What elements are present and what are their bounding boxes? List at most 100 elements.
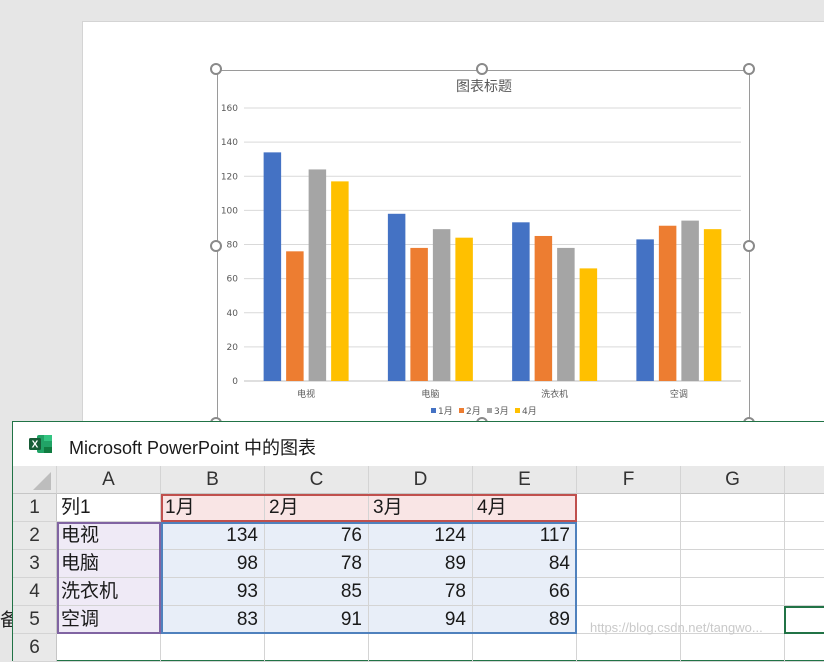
bar [331, 181, 349, 381]
x-tick-label: 电视 [297, 388, 315, 400]
x-tick-label: 电脑 [421, 388, 439, 400]
y-tick-label: 20 [227, 343, 239, 353]
grid-cell[interactable] [577, 550, 681, 578]
x-tick-label: 洗衣机 [541, 388, 568, 400]
category-cell[interactable]: 电视 [57, 522, 161, 550]
value-cell[interactable]: 117 [473, 522, 577, 550]
chart-title: 图表标题 [456, 79, 512, 95]
value-cell[interactable]: 94 [369, 606, 473, 634]
resize-handle[interactable] [476, 63, 488, 75]
bar [308, 169, 327, 381]
column-header-g[interactable]: G [681, 466, 785, 494]
chart-svg: 图表标题 0 20 40 60 80 100 120 140 160 电视 电脑 洗衣机 空调 1月 2月 3月… [221, 79, 741, 417]
column-header-c[interactable]: C [265, 466, 369, 494]
legend-swatch [515, 408, 520, 413]
value-cell[interactable]: 78 [369, 578, 473, 606]
column-header-d[interactable]: D [369, 466, 473, 494]
grid-cell[interactable] [785, 550, 824, 578]
column-header-extra[interactable] [785, 466, 824, 494]
bar [579, 268, 598, 381]
row-header[interactable]: 5 [13, 606, 57, 634]
select-all-triangle-icon [33, 472, 51, 490]
grid-cell[interactable] [369, 634, 473, 662]
value-cell[interactable]: 84 [473, 550, 577, 578]
bar [557, 247, 575, 381]
value-cell[interactable]: 76 [265, 522, 369, 550]
header-cell[interactable]: 3月 [369, 494, 473, 522]
resize-handle[interactable] [743, 240, 755, 252]
column-header-e[interactable]: E [473, 466, 577, 494]
value-cell[interactable]: 93 [161, 578, 265, 606]
value-cell[interactable]: 78 [265, 550, 369, 578]
value-cell[interactable]: 89 [369, 550, 473, 578]
grid-cell[interactable] [785, 634, 824, 662]
excel-title-bar[interactable]: X Microsoft PowerPoint 中的图表 [13, 422, 824, 466]
y-tick-label: 60 [227, 275, 239, 285]
category-cell[interactable]: 电脑 [57, 550, 161, 578]
value-cell[interactable]: 83 [161, 606, 265, 634]
value-cell[interactable]: 91 [265, 606, 369, 634]
y-tick-label: 140 [221, 138, 238, 148]
grid-cell[interactable] [681, 634, 785, 662]
row-header[interactable]: 1 [13, 494, 57, 522]
bar [410, 247, 428, 381]
y-tick-label: 0 [232, 377, 238, 387]
row-header[interactable]: 3 [13, 550, 57, 578]
grid-cell[interactable] [577, 634, 681, 662]
bar [658, 225, 677, 381]
bar [263, 152, 282, 381]
grid-cell[interactable] [785, 494, 824, 522]
grid-cell[interactable] [681, 578, 785, 606]
grid-cell[interactable] [577, 578, 681, 606]
header-cell[interactable]: 1月 [161, 494, 265, 522]
svg-text:X: X [32, 440, 39, 451]
row-header[interactable]: 2 [13, 522, 57, 550]
value-cell[interactable]: 66 [473, 578, 577, 606]
category-cell[interactable]: 空调 [57, 606, 161, 634]
grid-cell[interactable] [681, 494, 785, 522]
y-tick-label: 80 [227, 241, 239, 251]
y-tick-label: 160 [221, 104, 238, 114]
row-header[interactable]: 4 [13, 578, 57, 606]
value-cell[interactable]: 98 [161, 550, 265, 578]
grid-cell[interactable] [57, 634, 161, 662]
row-header[interactable]: 6 [13, 634, 57, 662]
watermark: https://blog.csdn.net/tangwo... [590, 620, 763, 635]
grid-cell[interactable] [785, 522, 824, 550]
grid-cell[interactable] [681, 550, 785, 578]
grid-cell[interactable] [785, 578, 824, 606]
bar [703, 229, 722, 381]
bar [286, 251, 304, 381]
header-cell[interactable]: 列1 [57, 494, 161, 522]
grid-cell[interactable] [577, 494, 681, 522]
column-header-b[interactable]: B [161, 466, 265, 494]
grid-cell[interactable] [161, 634, 265, 662]
column-header-a[interactable]: A [57, 466, 161, 494]
chart-object[interactable]: 图表标题 0 20 40 60 80 100 120 140 160 电视 电脑 洗衣机 空调 1月 2月 3月… [217, 70, 750, 424]
grid-cell[interactable] [577, 522, 681, 550]
header-cell[interactable]: 2月 [265, 494, 369, 522]
bar [432, 229, 451, 381]
x-tick-label: 空调 [670, 388, 688, 400]
excel-window-title: Microsoft PowerPoint 中的图表 [69, 438, 317, 458]
legend-label: 4月 [522, 406, 537, 417]
value-cell[interactable]: 124 [369, 522, 473, 550]
header-cell[interactable]: 4月 [473, 494, 577, 522]
select-all-corner[interactable] [13, 466, 57, 494]
value-cell[interactable]: 134 [161, 522, 265, 550]
resize-handle[interactable] [210, 240, 222, 252]
grid-cell[interactable] [473, 634, 577, 662]
resize-handle[interactable] [743, 63, 755, 75]
grid-cell[interactable] [265, 634, 369, 662]
column-header-f[interactable]: F [577, 466, 681, 494]
resize-handle[interactable] [210, 63, 222, 75]
excel-icon: X [29, 435, 52, 453]
category-cell[interactable]: 洗衣机 [57, 578, 161, 606]
value-cell[interactable]: 89 [473, 606, 577, 634]
grid-cell[interactable] [785, 606, 824, 634]
bar [636, 239, 654, 381]
bar [455, 237, 473, 381]
value-cell[interactable]: 85 [265, 578, 369, 606]
legend-swatch [487, 408, 492, 413]
grid-cell[interactable] [681, 522, 785, 550]
